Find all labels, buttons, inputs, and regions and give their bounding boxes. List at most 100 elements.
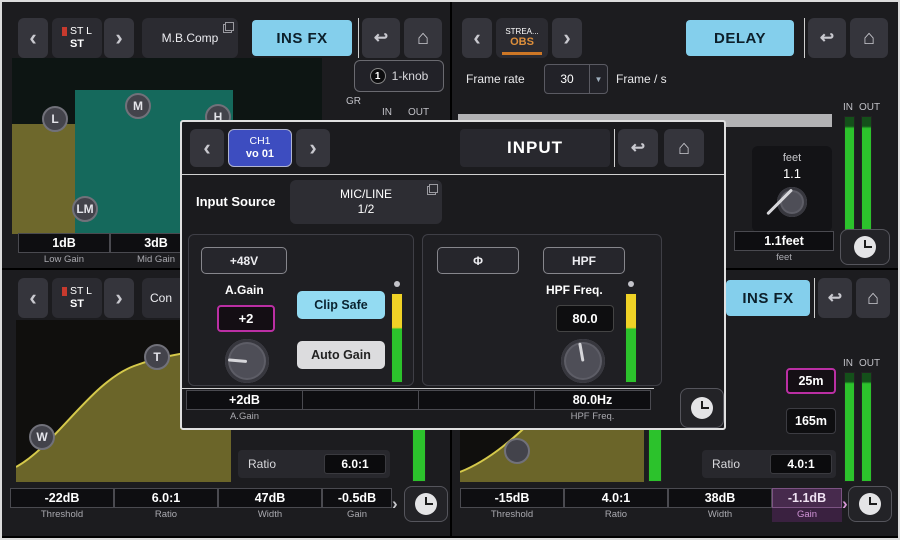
back-button[interactable] <box>190 129 224 167</box>
channel-name-2: vo 01 <box>246 148 274 161</box>
again-cell[interactable]: +2dBA.Gain <box>186 390 303 424</box>
gain-cell[interactable]: -1.1dBGain <box>772 488 842 522</box>
next-button[interactable] <box>552 18 582 58</box>
channel-name-2: ST <box>70 38 84 51</box>
popup-footer: +2dBA.Gain 80.0HzHPF Freq. <box>186 390 651 424</box>
gain-cell[interactable]: -0.5dBGain <box>322 488 392 522</box>
meter-clock-button[interactable] <box>840 229 890 265</box>
next-button[interactable] <box>104 278 134 318</box>
delay-knob[interactable] <box>777 187 807 217</box>
clip-led <box>628 281 634 287</box>
low-gain-cell[interactable]: 1dBLow Gain <box>18 233 110 267</box>
mixer-screen: { "colors": { "accent_cyan": "#84cfec", … <box>0 0 900 540</box>
clock-icon <box>415 493 437 515</box>
frame-rate-dropdown[interactable]: 30 <box>544 64 608 94</box>
width-cell[interactable]: 38dBWidth <box>668 488 772 522</box>
next-button[interactable] <box>296 129 330 167</box>
delay-value-box[interactable]: 25m <box>786 368 836 394</box>
width-knob[interactable]: W <box>29 424 55 450</box>
again-label: A.Gain <box>225 283 264 297</box>
gr-label: GR <box>346 96 361 107</box>
footer-expand-icon[interactable] <box>842 494 848 514</box>
delay-feet-box[interactable]: feet 1.1 <box>752 146 832 232</box>
threshold-cell[interactable]: -15dBThreshold <box>460 488 564 522</box>
undo-icon[interactable] <box>808 18 846 58</box>
home-icon[interactable] <box>856 278 890 318</box>
copy-icon <box>223 22 234 33</box>
band-knob-mid[interactable]: M <box>125 93 151 119</box>
ratio-row[interactable]: Ratio 4.0:1 <box>702 450 836 478</box>
phase-button[interactable]: Φ <box>437 247 519 274</box>
footer-expand-icon[interactable] <box>392 494 398 514</box>
curve-knob[interactable] <box>504 438 530 464</box>
gain-group: +48V A.Gain +2 Clip Safe Auto Gain <box>188 234 414 386</box>
hpf-freq-value-box[interactable]: 80.0 <box>556 305 614 332</box>
empty-cell[interactable] <box>302 390 419 424</box>
out-meter <box>861 372 872 482</box>
meter-clock-button[interactable] <box>848 486 892 522</box>
frame-rate-label: Frame rate <box>466 72 525 86</box>
channel-name: ST L <box>70 285 92 298</box>
width-cell[interactable]: 47dBWidth <box>218 488 322 522</box>
undo-icon[interactable] <box>818 278 852 318</box>
preset-label: Con <box>150 291 172 305</box>
back-button[interactable] <box>462 18 492 58</box>
screen-title: INS FX <box>726 280 810 316</box>
empty-cell[interactable] <box>418 390 535 424</box>
input-source-value-2: 1/2 <box>358 202 375 217</box>
out-label: OUT <box>859 358 880 369</box>
divider <box>814 278 815 318</box>
ratio-row[interactable]: Ratio 6.0:1 <box>238 450 390 478</box>
back-button[interactable] <box>18 278 48 318</box>
meter-clock-button[interactable] <box>404 486 448 522</box>
clock-icon <box>854 236 876 258</box>
clip-led <box>394 281 400 287</box>
in-meter <box>844 116 855 232</box>
delay-value-box-2[interactable]: 165m <box>786 408 836 434</box>
hpf-freq-cell[interactable]: 80.0HzHPF Freq. <box>534 390 651 424</box>
threshold-knob[interactable]: T <box>144 344 170 370</box>
screen-title: DELAY <box>686 20 794 56</box>
meter-clock-button[interactable] <box>680 388 724 428</box>
one-knob-button[interactable]: 1-knob <box>354 60 444 92</box>
home-icon[interactable] <box>850 18 888 58</box>
feet-label: feet <box>783 152 801 164</box>
channel-select-button[interactable]: STREA... OBS <box>496 18 548 58</box>
ratio-cell[interactable]: 6.0:1Ratio <box>114 488 218 522</box>
phantom-48v-button[interactable]: +48V <box>201 247 287 274</box>
home-icon[interactable] <box>404 18 442 58</box>
input-source-button[interactable]: MIC/LINE 1/2 <box>290 180 442 224</box>
hpf-level-meter <box>625 293 637 383</box>
channel-name: STREA... <box>505 27 538 37</box>
channel-color-tick <box>62 27 67 36</box>
back-button[interactable] <box>18 18 48 58</box>
undo-icon[interactable] <box>362 18 400 58</box>
feet-cell[interactable]: 1.1feetfeet <box>734 231 834 265</box>
hpf-button[interactable]: HPF <box>543 247 625 274</box>
ratio-cell[interactable]: 4.0:1Ratio <box>564 488 668 522</box>
next-button[interactable] <box>104 18 134 58</box>
clip-safe-button[interactable]: Clip Safe <box>297 291 385 319</box>
again-value-box[interactable]: +2 <box>217 305 275 332</box>
out-label: OUT <box>408 107 429 118</box>
threshold-cell[interactable]: -22dBThreshold <box>10 488 114 522</box>
channel-select-button[interactable]: ST L ST <box>52 278 102 318</box>
hpf-freq-label: HPF Freq. <box>546 283 603 297</box>
ratio-label: Ratio <box>702 457 740 471</box>
hpf-freq-knob[interactable] <box>561 339 605 383</box>
preset-button[interactable]: M.B.Comp <box>142 18 238 58</box>
input-source-label: Input Source <box>196 194 275 209</box>
band-knob-low[interactable]: L <box>42 106 68 132</box>
input-level-meter <box>391 293 403 383</box>
channel-color-tick <box>62 287 67 296</box>
ratio-value: 4.0:1 <box>770 454 832 474</box>
undo-icon[interactable] <box>618 129 658 167</box>
auto-gain-button[interactable]: Auto Gain <box>297 341 385 369</box>
band-knob-lowmid[interactable]: LM <box>72 196 98 222</box>
again-knob[interactable] <box>225 339 269 383</box>
channel-select-button[interactable]: ST L ST <box>52 18 102 58</box>
home-icon[interactable] <box>664 129 704 167</box>
channel-select-button[interactable]: CH1 vo 01 <box>228 129 292 167</box>
channel-name-2: OBS <box>510 36 534 49</box>
divider <box>804 18 805 58</box>
